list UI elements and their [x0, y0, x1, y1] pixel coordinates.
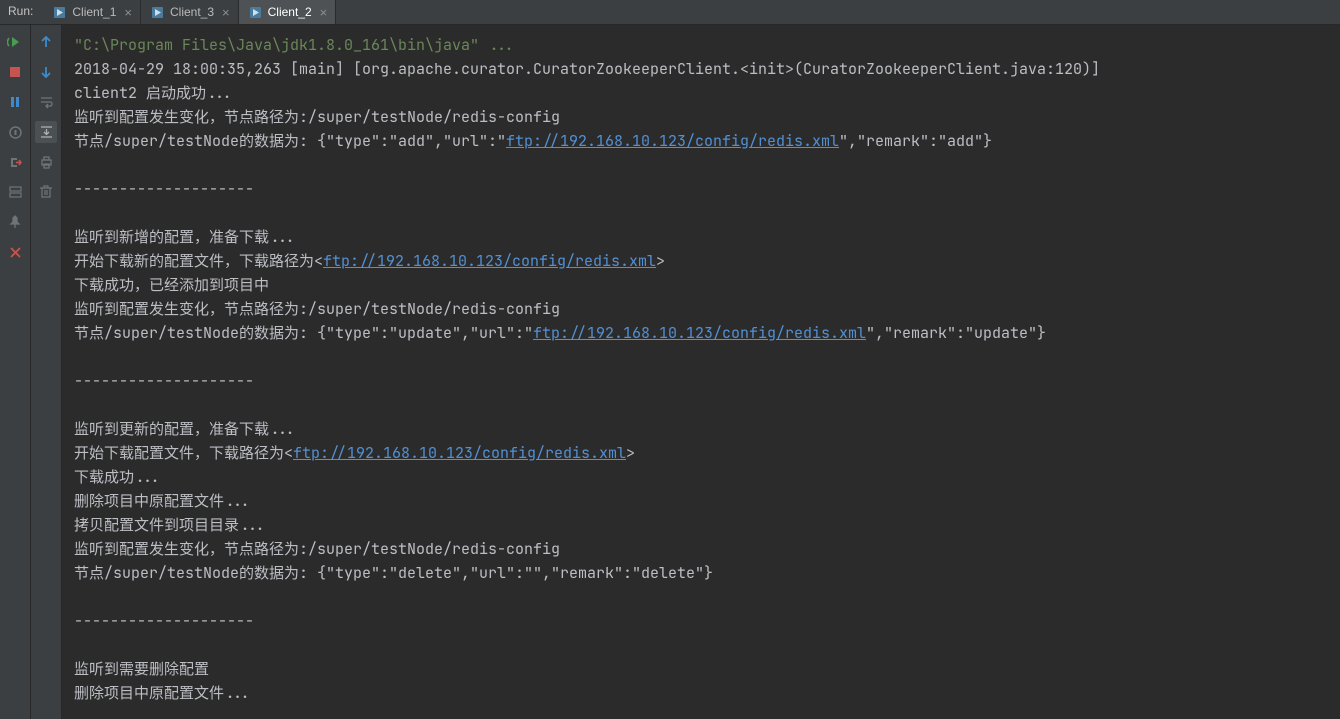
console-toolbar	[31, 25, 62, 719]
tab-client-1[interactable]: Client_1 ×	[43, 0, 141, 24]
layout-button[interactable]	[4, 181, 26, 203]
up-button[interactable]	[35, 31, 57, 53]
run-toolbar	[0, 25, 31, 719]
stop-button[interactable]	[4, 61, 26, 83]
down-button[interactable]	[35, 61, 57, 83]
log-line: 删除项目中原配置文件...	[74, 491, 251, 511]
run-config-icon	[53, 6, 66, 19]
separator-line: --------------------	[74, 371, 254, 391]
log-line: 下载成功，已经添加到项目中	[74, 275, 269, 295]
main-area: "C:\Program Files\Java\jdk1.8.0_161\bin\…	[0, 25, 1340, 719]
log-line: 开始下载配置文件，下载路径为<ftp://192.168.10.123/conf…	[74, 443, 635, 463]
console-output[interactable]: "C:\Program Files\Java\jdk1.8.0_161\bin\…	[62, 25, 1340, 719]
dump-threads-button[interactable]	[4, 121, 26, 143]
close-button[interactable]	[4, 241, 26, 263]
close-icon[interactable]: ×	[122, 5, 134, 20]
close-icon[interactable]: ×	[220, 5, 232, 20]
pause-button[interactable]	[4, 91, 26, 113]
tab-client-3[interactable]: Client_3 ×	[141, 0, 239, 24]
log-line: 节点/super/testNode的数据为: {"type":"update",…	[74, 323, 1046, 343]
top-bar: Run: Client_1 × Client_3 × Client_2 ×	[0, 0, 1340, 25]
log-line: 监听到新增的配置，准备下载...	[74, 227, 296, 247]
log-line: 监听到配置发生变化，节点路径为:/super/testNode/redis-co…	[74, 107, 560, 127]
log-line: 节点/super/testNode的数据为: {"type":"add","ur…	[74, 131, 992, 151]
tab-label: Client_3	[170, 5, 214, 19]
log-line: client2 启动成功...	[74, 83, 233, 103]
log-line: 监听到需要删除配置	[74, 659, 209, 679]
log-line: 监听到配置发生变化，节点路径为:/super/testNode/redis-co…	[74, 539, 560, 559]
ftp-link[interactable]: ftp://192.168.10.123/config/redis.xml	[506, 131, 839, 151]
separator-line: --------------------	[74, 611, 254, 631]
rerun-button[interactable]	[4, 31, 26, 53]
ftp-link[interactable]: ftp://192.168.10.123/config/redis.xml	[323, 251, 656, 271]
tab-client-2[interactable]: Client_2 ×	[239, 0, 337, 24]
ftp-link[interactable]: ftp://192.168.10.123/config/redis.xml	[293, 443, 626, 463]
log-line: 删除项目中原配置文件...	[74, 683, 251, 703]
log-line: 监听到配置发生变化，节点路径为:/super/testNode/redis-co…	[74, 299, 560, 319]
tab-label: Client_2	[268, 5, 312, 19]
clear-button[interactable]	[35, 181, 57, 203]
scroll-to-end-button[interactable]	[35, 121, 57, 143]
command-line: "C:\Program Files\Java\jdk1.8.0_161\bin\…	[74, 35, 515, 55]
log-line: 节点/super/testNode的数据为: {"type":"delete",…	[74, 563, 713, 583]
print-button[interactable]	[35, 151, 57, 173]
exit-button[interactable]	[4, 151, 26, 173]
soft-wrap-button[interactable]	[35, 91, 57, 113]
ftp-link[interactable]: ftp://192.168.10.123/config/redis.xml	[533, 323, 866, 343]
log-line: 拷贝配置文件到项目目录...	[74, 515, 266, 535]
log-line: 下载成功...	[74, 467, 161, 487]
run-config-icon	[249, 6, 262, 19]
run-label: Run:	[0, 0, 43, 24]
log-line: 2018-04-29 18:00:35,263 [main] [org.apac…	[74, 59, 1100, 79]
log-line: 监听到更新的配置，准备下载...	[74, 419, 296, 439]
close-icon[interactable]: ×	[318, 5, 330, 20]
log-line: 开始下载新的配置文件，下载路径为<ftp://192.168.10.123/co…	[74, 251, 665, 271]
run-config-icon	[151, 6, 164, 19]
pin-button[interactable]	[4, 211, 26, 233]
tabs-container: Client_1 × Client_3 × Client_2 ×	[43, 0, 336, 24]
tab-label: Client_1	[72, 5, 116, 19]
separator-line: --------------------	[74, 179, 254, 199]
